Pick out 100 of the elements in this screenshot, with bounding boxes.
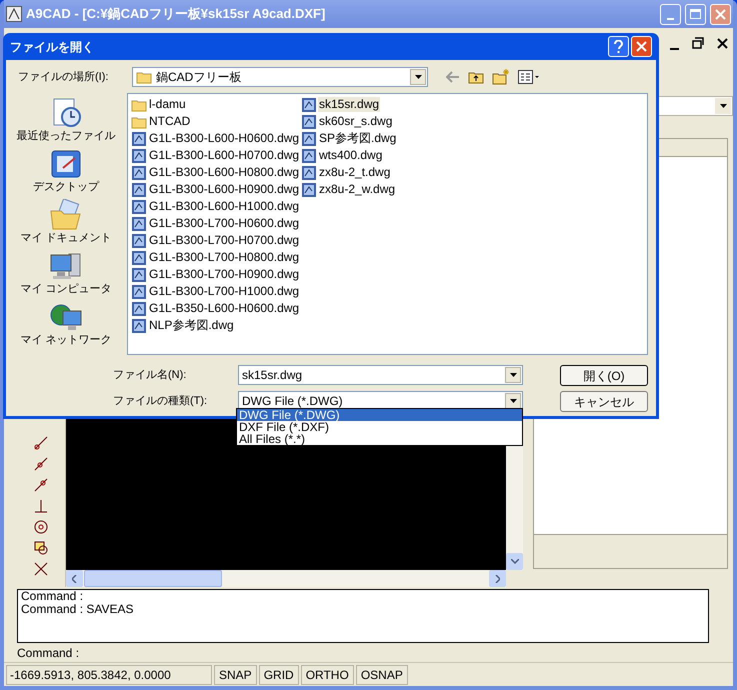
help-icon (614, 40, 623, 53)
drawing-file-icon (131, 266, 147, 282)
drawing-file-icon (301, 164, 317, 180)
restore-icon (692, 37, 704, 49)
chevron-down-icon (510, 559, 518, 564)
drawing-file-icon (131, 232, 147, 248)
close-icon (715, 8, 726, 20)
drawing-file-icon (301, 182, 317, 198)
file-type-option[interactable]: DWG File (*.DWG) (237, 409, 522, 421)
folder-icon (131, 114, 147, 128)
coordinates-readout: -1669.5913, 805.3842, 0.0000 (6, 664, 212, 684)
drawing-file-icon (131, 284, 147, 300)
drawing-file-icon (131, 198, 147, 214)
file-item[interactable]: NLP参考図.dwg (148, 318, 235, 333)
shapes-icon[interactable] (33, 540, 49, 556)
scroll-thumb[interactable] (84, 570, 222, 587)
file-item[interactable]: G1L-B300-L600-H0700.dwg (148, 148, 300, 163)
folder-icon (136, 70, 152, 84)
folder-icon (131, 98, 147, 112)
file-item[interactable]: G1L-B300-L700-H0700.dwg (148, 233, 300, 248)
line-tool-icon[interactable] (33, 477, 49, 493)
file-item[interactable]: SP参考図.dwg (318, 131, 398, 146)
file-item[interactable]: G1L-B300-L600-H1000.dwg (148, 199, 300, 214)
drawing-file-icon (131, 216, 147, 232)
close-icon (716, 38, 728, 48)
maximize-button[interactable] (685, 4, 706, 24)
command-line: Command : (21, 590, 84, 603)
file-item[interactable]: G1L-B300-L600-H0800.dwg (148, 165, 300, 180)
dropdown-arrow-button[interactable] (505, 393, 521, 409)
caret-icon (414, 75, 422, 79)
circle-target-icon[interactable] (33, 519, 49, 535)
caret-icon (720, 104, 726, 108)
desktop-icon (49, 148, 83, 180)
drawing-file-icon (301, 148, 317, 164)
place-item[interactable]: マイ ネットワーク (20, 301, 112, 352)
place-item[interactable]: 最近使ったファイル (16, 97, 116, 148)
folder-document-icon (49, 199, 83, 231)
drawing-file-icon (131, 148, 147, 164)
command-line: Command : SAVEAS (21, 603, 134, 616)
command-prompt[interactable]: Command : (17, 646, 729, 660)
app-icon (6, 6, 22, 22)
dialog-button[interactable]: 開く(O) (560, 365, 648, 386)
drawing-file-icon (131, 130, 147, 146)
horizontal-scrollbar[interactable] (66, 570, 506, 587)
file-item[interactable]: G1L-B300-L600-H0600.dwg (148, 131, 300, 146)
status-toggle[interactable]: OSNAP (356, 664, 408, 684)
cross-icon[interactable] (33, 561, 49, 577)
file-type-option[interactable]: DXF File (*.DXF) (237, 421, 522, 433)
status-toggle[interactable]: SNAP (214, 664, 257, 684)
drawing-file-icon (131, 182, 147, 198)
scroll-left-button[interactable] (66, 570, 83, 587)
close-icon (636, 41, 647, 52)
file-item[interactable]: G1L-B300-L700-H0800.dwg (148, 250, 300, 265)
file-name-label: ファイル名(N): (113, 368, 188, 383)
window-title: A9CAD - [C:¥鍋CADフリー板¥sk15sr A9cad.DXF] (26, 5, 326, 24)
line-tool-icon[interactable] (33, 456, 49, 472)
drawing-file-icon (131, 250, 147, 266)
caret-icon (510, 399, 516, 403)
chevron-left-icon (72, 574, 77, 582)
dropdown-arrow-button[interactable] (505, 367, 521, 383)
file-item[interactable]: zx8u-2_w.dwg (318, 182, 396, 197)
drawing-file-icon (301, 130, 317, 146)
view-menu-icon[interactable] (518, 70, 540, 84)
status-toggle[interactable]: ORTHO (300, 664, 354, 684)
drawing-file-icon (131, 164, 147, 180)
file-item[interactable]: G1L-B300-L700-H1000.dwg (148, 284, 300, 299)
drawing-file-icon (301, 114, 317, 130)
file-name-field[interactable]: sk15sr.dwg (238, 365, 523, 385)
file-type-label: ファイルの種類(T): (113, 394, 208, 409)
file-type-option[interactable]: All Files (*.*) (237, 433, 522, 445)
scroll-down-button[interactable] (506, 553, 523, 570)
drawing-file-icon (301, 96, 317, 112)
perpendicular-icon[interactable] (33, 498, 49, 514)
status-toggle[interactable]: GRID (258, 664, 299, 684)
file-item[interactable]: l-damu (148, 97, 187, 112)
dialog-button[interactable]: キャンセル (560, 391, 648, 412)
file-item[interactable]: G1L-B300-L600-H0900.dwg (148, 182, 300, 197)
file-item[interactable]: G1L-B300-L700-H0900.dwg (148, 267, 300, 282)
file-item[interactable]: sk60sr_s.dwg (318, 114, 394, 129)
new-folder-icon[interactable] (492, 69, 510, 85)
file-item[interactable]: zx8u-2_t.dwg (318, 165, 392, 180)
dialog-title: ファイルを開く (10, 38, 95, 56)
line-tool-icon[interactable] (33, 435, 49, 451)
chevron-right-icon (495, 574, 500, 582)
up-folder-icon[interactable] (468, 70, 484, 84)
place-item[interactable]: デスクトップ (33, 148, 99, 199)
drawing-file-icon (131, 300, 147, 316)
file-item[interactable]: wts400.dwg (318, 148, 384, 163)
place-item[interactable]: マイ コンピュータ (20, 250, 112, 301)
help-button[interactable] (608, 36, 629, 57)
dropdown-arrow-button[interactable] (410, 69, 426, 85)
place-item[interactable]: マイ ドキュメント (20, 199, 112, 250)
file-item[interactable]: G1L-B300-L700-H0600.dwg (148, 216, 300, 231)
file-item[interactable]: G1L-B350-L600-H0600.dwg (148, 301, 300, 316)
drawing-file-icon (131, 318, 147, 334)
look-in-dropdown[interactable]: 鍋CADフリー板 (132, 67, 428, 87)
file-item[interactable]: sk15sr.dwg (318, 97, 380, 112)
scroll-right-button[interactable] (489, 570, 506, 587)
file-item[interactable]: NTCAD (148, 114, 192, 129)
look-in-label: ファイルの場所(I): (17, 70, 110, 85)
